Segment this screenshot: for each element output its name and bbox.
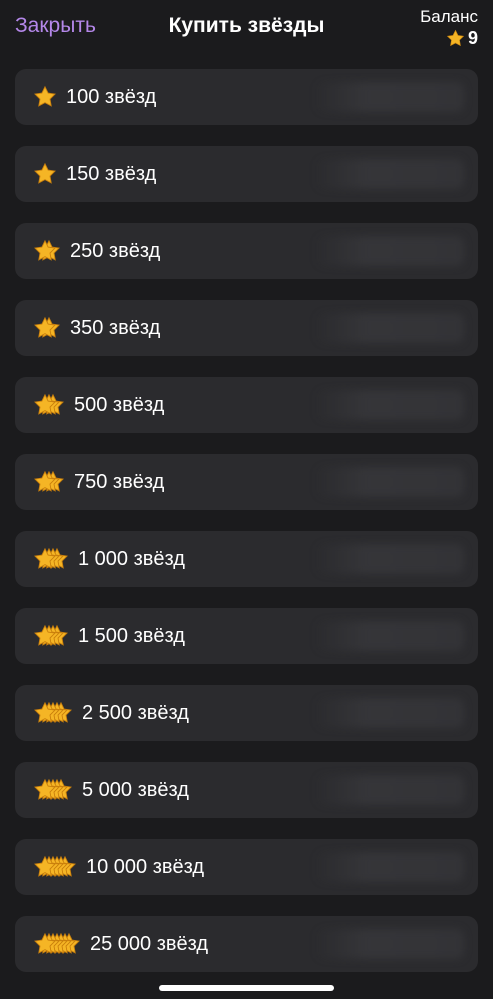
price-placeholder xyxy=(314,852,464,882)
package-label: 5 000 звёзд xyxy=(82,778,189,801)
stars-stack-icon xyxy=(33,547,69,571)
balance-label: Баланс xyxy=(420,7,478,26)
price-placeholder xyxy=(314,236,464,266)
price-placeholder xyxy=(314,775,464,805)
star-icon xyxy=(34,85,56,107)
buy-stars-screen: Закрыть Купить звёзды Баланс 9 100 звёзд… xyxy=(0,0,493,999)
star-icon xyxy=(446,29,465,48)
package-row[interactable]: 750 звёзд xyxy=(15,454,478,510)
price-placeholder xyxy=(314,390,464,420)
package-row[interactable]: 150 звёзд xyxy=(15,146,478,202)
package-label: 350 звёзд xyxy=(70,316,161,339)
package-label: 750 звёзд xyxy=(74,470,165,493)
package-label: 2 500 звёзд xyxy=(82,701,189,724)
package-row[interactable]: 10 000 звёзд xyxy=(15,839,478,895)
price-placeholder xyxy=(314,621,464,651)
stars-stack-icon xyxy=(33,470,65,494)
package-label: 100 звёзд xyxy=(66,85,157,108)
price-placeholder xyxy=(314,698,464,728)
package-row[interactable]: 2 500 звёзд xyxy=(15,685,478,741)
package-list: 100 звёзд 150 звёзд 250 звёзд 350 звёзд 500 … xyxy=(15,69,478,993)
stars-stack-icon xyxy=(33,316,61,340)
price-placeholder xyxy=(314,159,464,189)
balance: Баланс 9 xyxy=(398,7,478,48)
package-row[interactable]: 1 000 звёзд xyxy=(15,531,478,587)
price-placeholder xyxy=(314,82,464,112)
package-row[interactable]: 5 000 звёзд xyxy=(15,762,478,818)
home-indicator xyxy=(159,985,334,991)
stars-stack-icon xyxy=(33,855,77,879)
balance-value-row: 9 xyxy=(398,28,478,48)
stars-stack-icon xyxy=(33,701,73,725)
stars-stack-icon xyxy=(33,85,57,109)
package-label: 500 звёзд xyxy=(74,393,165,416)
star-icon xyxy=(34,162,56,184)
header: Закрыть Купить звёзды Баланс 9 xyxy=(0,0,493,62)
package-row[interactable]: 1 500 звёзд xyxy=(15,608,478,664)
balance-value: 9 xyxy=(467,28,478,48)
package-row[interactable]: 350 звёзд xyxy=(15,300,478,356)
package-label: 1 000 звёзд xyxy=(78,547,185,570)
stars-stack-icon xyxy=(33,239,61,263)
package-label: 250 звёзд xyxy=(70,239,161,262)
package-label: 1 500 звёзд xyxy=(78,624,185,647)
stars-stack-icon xyxy=(33,778,73,802)
stars-stack-icon xyxy=(33,393,65,417)
package-row[interactable]: 500 звёзд xyxy=(15,377,478,433)
stars-stack-icon xyxy=(33,624,69,648)
price-placeholder xyxy=(314,467,464,497)
package-row[interactable]: 250 звёзд xyxy=(15,223,478,279)
stars-stack-icon xyxy=(33,932,81,956)
price-placeholder xyxy=(314,929,464,959)
package-row[interactable]: 100 звёзд xyxy=(15,69,478,125)
package-label: 25 000 звёзд xyxy=(90,932,209,955)
stars-stack-icon xyxy=(33,162,57,186)
price-placeholder xyxy=(314,544,464,574)
package-label: 150 звёзд xyxy=(66,162,157,185)
package-row[interactable]: 25 000 звёзд xyxy=(15,916,478,972)
price-placeholder xyxy=(314,313,464,343)
package-label: 10 000 звёзд xyxy=(86,855,205,878)
